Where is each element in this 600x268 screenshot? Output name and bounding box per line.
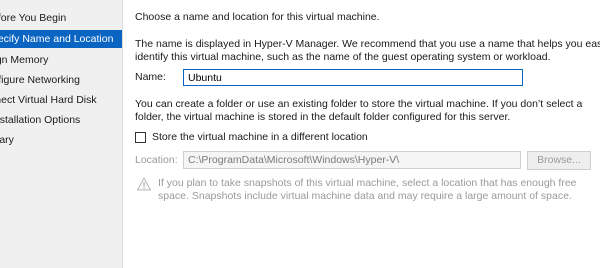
warning-icon	[137, 177, 151, 191]
store-location-checkbox[interactable]	[135, 132, 146, 143]
sidebar-item-connect-virtual-hard-disk[interactable]: Connect Virtual Hard Disk	[0, 91, 122, 109]
name-description-line-1: The name is displayed in Hyper-V Manager…	[135, 38, 600, 50]
sidebar-item-label: Configure Networking	[0, 74, 80, 86]
sidebar-item-label: Summary	[0, 134, 14, 146]
sidebar-item-assign-memory[interactable]: Assign Memory	[0, 51, 122, 69]
location-field[interactable]	[183, 151, 521, 169]
sidebar-item-label: Before You Begin	[0, 12, 67, 24]
sidebar-item-label: Connect Virtual Hard Disk	[0, 94, 97, 106]
sidebar-item-label: Assign Memory	[0, 54, 49, 66]
location-label: Location:	[135, 154, 178, 166]
sidebar-item-label: Specify Name and Location	[0, 33, 114, 45]
folder-description-line-1: You can create a folder or use an existi…	[135, 98, 583, 110]
name-description-line-2: identify this virtual machine, such as t…	[135, 51, 551, 63]
name-field[interactable]	[183, 69, 523, 86]
folder-description-line-2: folder, the virtual machine is stored in…	[135, 111, 511, 123]
browse-button[interactable]: Browse...	[527, 151, 591, 170]
sidebar-item-summary[interactable]: Summary	[0, 131, 122, 149]
snapshot-warning-line-2: space. Snapshots include virtual machine…	[158, 190, 572, 202]
page-heading: Choose a name and location for this virt…	[135, 11, 380, 23]
store-location-label[interactable]: Store the virtual machine in a different…	[152, 131, 368, 143]
sidebar-item-configure-networking[interactable]: Configure Networking	[0, 71, 122, 89]
wizard-content: Choose a name and location for this virt…	[123, 0, 600, 268]
wizard-sidebar: Before You Begin Specify Name and Locati…	[0, 0, 122, 268]
snapshot-warning-line-1: If you plan to take snapshots of this vi…	[158, 177, 577, 189]
sidebar-item-label: Installation Options	[0, 114, 81, 126]
sidebar-item-before-you-begin[interactable]: Before You Begin	[0, 9, 122, 27]
sidebar-item-installation-options[interactable]: Installation Options	[0, 111, 122, 129]
sidebar-item-specify-name-and-location[interactable]: Specify Name and Location	[0, 30, 122, 48]
name-label: Name:	[135, 71, 166, 83]
